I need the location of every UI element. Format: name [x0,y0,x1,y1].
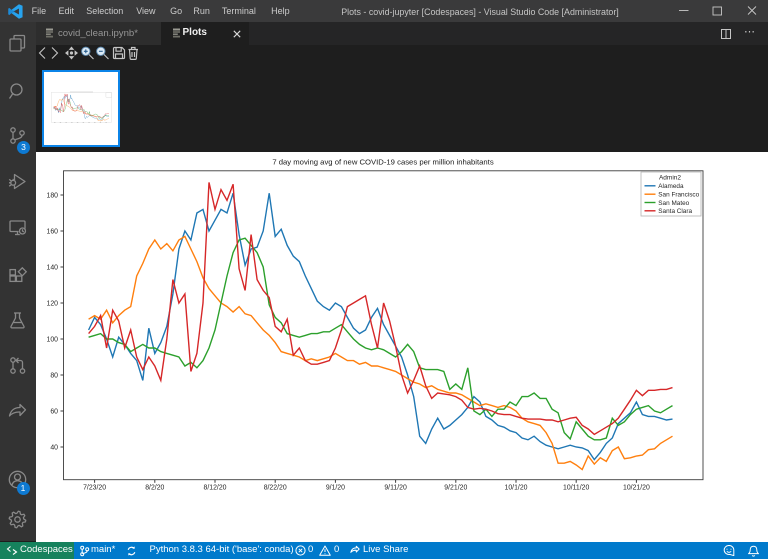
svg-text:7 day moving avg of new COVID-: 7 day moving avg of new COVID-19 cases p… [272,158,493,167]
svg-text:10/21/20: 10/21/20 [623,485,650,492]
svg-text:100: 100 [47,336,59,343]
svg-text:10/11/20: 10/11/20 [563,485,589,492]
svg-text:80: 80 [50,372,58,379]
svg-text:Alameda: Alameda [658,183,684,190]
svg-text:40: 40 [50,444,58,451]
svg-text:7/23/20: 7/23/20 [83,485,106,492]
svg-text:San Francisco: San Francisco [658,192,699,199]
svg-text:60: 60 [50,408,58,415]
svg-text:San Mateo: San Mateo [658,200,689,207]
svg-text:Admin2: Admin2 [659,175,681,182]
svg-text:120: 120 [47,300,59,307]
svg-text:8/22/20: 8/22/20 [264,485,287,492]
svg-text:140: 140 [47,264,59,271]
svg-text:8/2/20: 8/2/20 [145,485,164,492]
svg-text:Santa Clara: Santa Clara [658,208,692,215]
svg-text:8/12/20: 8/12/20 [204,485,227,492]
svg-text:9/1/20: 9/1/20 [326,485,345,492]
svg-text:10/1/20: 10/1/20 [505,485,528,492]
svg-text:9/21/20: 9/21/20 [444,485,467,492]
svg-text:9/11/20: 9/11/20 [384,485,407,492]
svg-text:180: 180 [47,192,59,199]
svg-text:160: 160 [47,228,59,235]
